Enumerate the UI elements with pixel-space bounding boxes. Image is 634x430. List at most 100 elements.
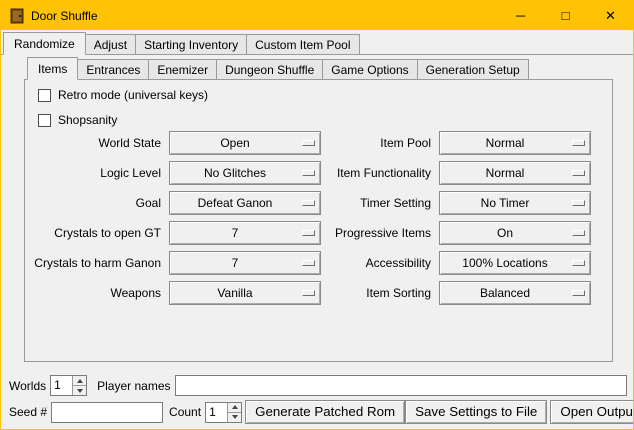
count-spinner[interactable]: 1 <box>205 402 242 423</box>
tab-label: Items <box>38 62 67 76</box>
tab-game-options[interactable]: Game Options <box>322 59 417 79</box>
spin-down-button[interactable] <box>73 385 86 395</box>
player-names-input[interactable] <box>175 375 628 396</box>
item-sorting-label: Item Sorting <box>321 286 439 300</box>
menu-indicator-icon <box>572 260 585 266</box>
dropdown-value: No Glitches <box>170 162 300 184</box>
item-functionality-label: Item Functionality <box>321 166 439 180</box>
app-icon <box>9 8 25 24</box>
player-names-label: Player names <box>97 379 170 393</box>
logic-level-dropdown[interactable]: No Glitches <box>169 161 321 185</box>
world-state-label: World State <box>27 136 169 150</box>
menu-indicator-icon <box>302 170 315 176</box>
option-row: Goal Defeat Ganon Timer Setting No Timer <box>27 191 591 215</box>
progressive-items-label: Progressive Items <box>321 226 439 240</box>
goal-dropdown[interactable]: Defeat Ganon <box>169 191 321 215</box>
option-row: Crystals to harm Ganon 7 Accessibility 1… <box>27 251 591 275</box>
world-state-dropdown[interactable]: Open <box>169 131 321 155</box>
maximize-button[interactable]: □ <box>543 1 588 30</box>
arrow-up-icon <box>77 379 83 383</box>
item-functionality-dropdown[interactable]: Normal <box>439 161 591 185</box>
item-pool-dropdown[interactable]: Normal <box>439 131 591 155</box>
generate-patched-rom-button[interactable]: Generate Patched Rom <box>245 400 405 424</box>
dropdown-value: 7 <box>170 222 300 244</box>
checkbox-row-shopsanity[interactable]: Shopsanity <box>38 112 117 128</box>
menu-indicator-icon <box>572 170 585 176</box>
tab-label: Enemizer <box>157 63 208 77</box>
spin-up-button[interactable] <box>73 376 86 385</box>
tab-dungeon-shuffle[interactable]: Dungeon Shuffle <box>216 59 323 79</box>
seed-input[interactable] <box>51 402 163 423</box>
spin-down-button[interactable] <box>228 412 241 422</box>
spinner-arrows <box>227 403 241 422</box>
crystals-gt-label: Crystals to open GT <box>27 226 169 240</box>
weapons-dropdown[interactable]: Vanilla <box>169 281 321 305</box>
item-pool-label: Item Pool <box>321 136 439 150</box>
open-output-directory-button[interactable]: Open Output Directory <box>550 400 634 424</box>
tab-generation-setup[interactable]: Generation Setup <box>417 59 529 79</box>
progressive-items-dropdown[interactable]: On <box>439 221 591 245</box>
option-row: World State Open Item Pool Normal <box>27 131 591 155</box>
window-title: Door Shuffle <box>31 9 98 23</box>
count-value: 1 <box>206 403 227 422</box>
minimize-icon: ─ <box>516 1 525 30</box>
menu-indicator-icon <box>572 230 585 236</box>
close-button[interactable]: ✕ <box>588 1 633 30</box>
crystals-gt-dropdown[interactable]: 7 <box>169 221 321 245</box>
crystals-ganon-label: Crystals to harm Ganon <box>27 256 169 270</box>
tab-label: Custom Item Pool <box>255 38 350 52</box>
worlds-value: 1 <box>51 376 72 395</box>
tab-entrances[interactable]: Entrances <box>77 59 149 79</box>
generate-row: Seed # Count 1 Generate Patched Rom Save… <box>9 400 627 424</box>
item-sorting-dropdown[interactable]: Balanced <box>439 281 591 305</box>
menu-indicator-icon <box>572 200 585 206</box>
shopsanity-checkbox[interactable] <box>38 114 51 127</box>
tab-custom-item-pool[interactable]: Custom Item Pool <box>246 34 359 54</box>
worlds-label: Worlds <box>9 379 46 393</box>
weapons-label: Weapons <box>27 286 169 300</box>
accessibility-dropdown[interactable]: 100% Locations <box>439 251 591 275</box>
inner-tab-bar: Items Entrances Enemizer Dungeon Shuffle… <box>24 57 613 80</box>
seed-label: Seed # <box>9 405 47 419</box>
tab-label: Entrances <box>86 63 140 77</box>
tab-starting-inventory[interactable]: Starting Inventory <box>135 34 247 54</box>
menu-indicator-icon <box>572 290 585 296</box>
dropdown-value: Balanced <box>440 282 570 304</box>
worlds-spinner[interactable]: 1 <box>50 375 87 396</box>
menu-indicator-icon <box>302 230 315 236</box>
menu-indicator-icon <box>572 140 585 146</box>
tab-label: Starting Inventory <box>144 38 238 52</box>
tab-label: Adjust <box>94 38 127 52</box>
save-settings-button[interactable]: Save Settings to File <box>405 400 547 424</box>
worlds-row: Worlds 1 Player names <box>9 375 627 396</box>
dropdown-value: On <box>440 222 570 244</box>
arrow-up-icon <box>232 405 238 409</box>
app-window: Door Shuffle ─ □ ✕ Randomize Adjust Star… <box>0 0 634 430</box>
minimize-button[interactable]: ─ <box>498 1 543 30</box>
title-bar[interactable]: Door Shuffle ─ □ ✕ <box>1 1 633 30</box>
goal-label: Goal <box>27 196 169 210</box>
shopsanity-label: Shopsanity <box>58 113 117 127</box>
checkbox-row-retro-mode[interactable]: Retro mode (universal keys) <box>38 87 208 103</box>
dropdown-value: Defeat Ganon <box>170 192 300 214</box>
menu-indicator-icon <box>302 200 315 206</box>
menu-indicator-icon <box>302 140 315 146</box>
spin-up-button[interactable] <box>228 403 241 412</box>
retro-mode-checkbox[interactable] <box>38 89 51 102</box>
tab-randomize[interactable]: Randomize <box>3 32 86 55</box>
crystals-ganon-dropdown[interactable]: 7 <box>169 251 321 275</box>
options-grid: World State Open Item Pool Normal Logic … <box>27 131 591 311</box>
tab-enemizer[interactable]: Enemizer <box>148 59 217 79</box>
spinner-arrows <box>72 376 86 395</box>
dropdown-value: Vanilla <box>170 282 300 304</box>
dropdown-value: No Timer <box>440 192 570 214</box>
tab-adjust[interactable]: Adjust <box>85 34 136 54</box>
option-row: Crystals to open GT 7 Progressive Items … <box>27 221 591 245</box>
tab-label: Randomize <box>14 37 75 51</box>
timer-setting-dropdown[interactable]: No Timer <box>439 191 591 215</box>
retro-mode-label: Retro mode (universal keys) <box>58 88 208 102</box>
maximize-icon: □ <box>562 1 570 30</box>
tab-items[interactable]: Items <box>27 57 78 80</box>
option-row: Logic Level No Glitches Item Functionali… <box>27 161 591 185</box>
option-row: Weapons Vanilla Item Sorting Balanced <box>27 281 591 305</box>
